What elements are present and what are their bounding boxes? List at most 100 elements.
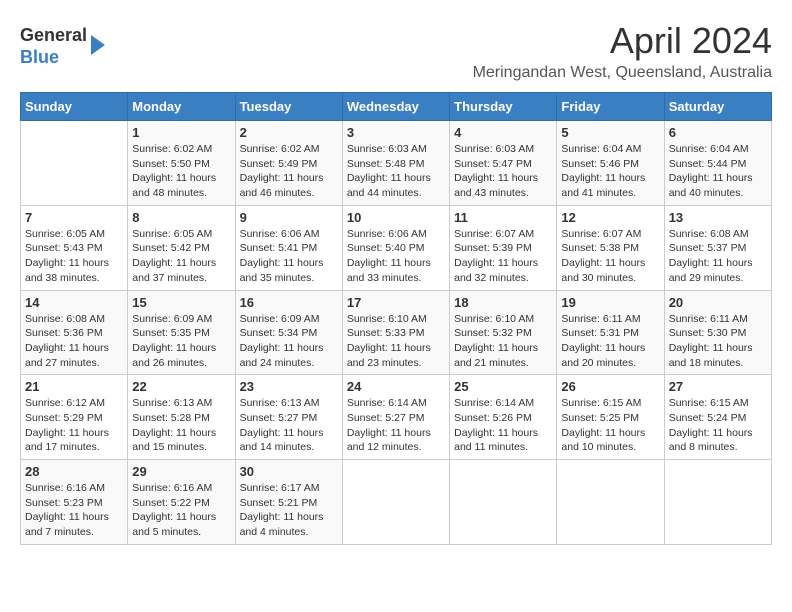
day-info: Sunrise: 6:07 AMSunset: 5:38 PMDaylight:… [561, 227, 659, 286]
calendar-cell: 21 Sunrise: 6:12 AMSunset: 5:29 PMDayligh… [21, 375, 128, 460]
day-number: 29 [132, 464, 230, 479]
day-info: Sunrise: 6:11 AMSunset: 5:31 PMDaylight:… [561, 312, 659, 371]
day-info: Sunrise: 6:02 AMSunset: 5:49 PMDaylight:… [240, 142, 338, 201]
day-info: Sunrise: 6:12 AMSunset: 5:29 PMDaylight:… [25, 396, 123, 455]
calendar-cell: 13 Sunrise: 6:08 AMSunset: 5:37 PMDayligh… [664, 205, 771, 290]
calendar-cell: 4 Sunrise: 6:03 AMSunset: 5:47 PMDaylight… [450, 121, 557, 206]
calendar-cell: 1 Sunrise: 6:02 AMSunset: 5:50 PMDaylight… [128, 121, 235, 206]
day-info: Sunrise: 6:03 AMSunset: 5:48 PMDaylight:… [347, 142, 445, 201]
day-info: Sunrise: 6:08 AMSunset: 5:36 PMDaylight:… [25, 312, 123, 371]
day-info: Sunrise: 6:05 AMSunset: 5:43 PMDaylight:… [25, 227, 123, 286]
logo: General Blue [20, 25, 105, 68]
day-number: 21 [25, 379, 123, 394]
calendar-cell: 5 Sunrise: 6:04 AMSunset: 5:46 PMDaylight… [557, 121, 664, 206]
logo-blue: Blue [20, 47, 59, 67]
day-number: 23 [240, 379, 338, 394]
day-info: Sunrise: 6:05 AMSunset: 5:42 PMDaylight:… [132, 227, 230, 286]
day-info: Sunrise: 6:04 AMSunset: 5:46 PMDaylight:… [561, 142, 659, 201]
calendar-cell: 3 Sunrise: 6:03 AMSunset: 5:48 PMDaylight… [342, 121, 449, 206]
logo-general: General [20, 25, 87, 45]
day-info: Sunrise: 6:06 AMSunset: 5:41 PMDaylight:… [240, 227, 338, 286]
day-info: Sunrise: 6:09 AMSunset: 5:34 PMDaylight:… [240, 312, 338, 371]
day-number: 12 [561, 210, 659, 225]
day-number: 10 [347, 210, 445, 225]
calendar-cell: 27 Sunrise: 6:15 AMSunset: 5:24 PMDayligh… [664, 375, 771, 460]
page-header: General Blue April 2024 Meringandan West… [20, 20, 772, 82]
day-info: Sunrise: 6:15 AMSunset: 5:24 PMDaylight:… [669, 396, 767, 455]
day-info: Sunrise: 6:04 AMSunset: 5:44 PMDaylight:… [669, 142, 767, 201]
weekday-header-row: SundayMondayTuesdayWednesdayThursdayFrid… [21, 93, 772, 121]
day-info: Sunrise: 6:11 AMSunset: 5:30 PMDaylight:… [669, 312, 767, 371]
calendar-cell: 20Sunrise: 6:11 AMSunset: 5:30 PMDayligh… [664, 290, 771, 375]
day-number: 1 [132, 125, 230, 140]
calendar-cell [664, 460, 771, 545]
calendar-cell: 8 Sunrise: 6:05 AMSunset: 5:42 PMDaylight… [128, 205, 235, 290]
calendar-cell: 12 Sunrise: 6:07 AMSunset: 5:38 PMDayligh… [557, 205, 664, 290]
title-block: April 2024 Meringandan West, Queensland,… [473, 20, 772, 82]
calendar-week-row: 7Sunrise: 6:05 AMSunset: 5:43 PMDaylight… [21, 205, 772, 290]
day-info: Sunrise: 6:03 AMSunset: 5:47 PMDaylight:… [454, 142, 552, 201]
day-number: 26 [561, 379, 659, 394]
day-number: 15 [132, 295, 230, 310]
day-number: 14 [25, 295, 123, 310]
day-number: 28 [25, 464, 123, 479]
day-info: Sunrise: 6:16 AMSunset: 5:22 PMDaylight:… [132, 481, 230, 540]
day-info: Sunrise: 6:14 AMSunset: 5:27 PMDaylight:… [347, 396, 445, 455]
day-number: 17 [347, 295, 445, 310]
calendar-cell: 19 Sunrise: 6:11 AMSunset: 5:31 PMDayligh… [557, 290, 664, 375]
calendar-cell: 11Sunrise: 6:07 AMSunset: 5:39 PMDayligh… [450, 205, 557, 290]
weekday-header-cell: Monday [128, 93, 235, 121]
day-number: 19 [561, 295, 659, 310]
day-number: 27 [669, 379, 767, 394]
day-info: Sunrise: 6:08 AMSunset: 5:37 PMDaylight:… [669, 227, 767, 286]
day-number: 22 [132, 379, 230, 394]
day-info: Sunrise: 6:15 AMSunset: 5:25 PMDaylight:… [561, 396, 659, 455]
location-title: Meringandan West, Queensland, Australia [473, 64, 772, 82]
day-info: Sunrise: 6:14 AMSunset: 5:26 PMDaylight:… [454, 396, 552, 455]
day-number: 8 [132, 210, 230, 225]
calendar-cell: 18 Sunrise: 6:10 AMSunset: 5:32 PMDayligh… [450, 290, 557, 375]
calendar-table: SundayMondayTuesdayWednesdayThursdayFrid… [20, 92, 772, 545]
calendar-cell: 22Sunrise: 6:13 AMSunset: 5:28 PMDayligh… [128, 375, 235, 460]
day-info: Sunrise: 6:17 AMSunset: 5:21 PMDaylight:… [240, 481, 338, 540]
day-number: 24 [347, 379, 445, 394]
day-number: 18 [454, 295, 552, 310]
calendar-cell: 2 Sunrise: 6:02 AMSunset: 5:49 PMDaylight… [235, 121, 342, 206]
calendar-cell: 9 Sunrise: 6:06 AMSunset: 5:41 PMDaylight… [235, 205, 342, 290]
calendar-cell: 30Sunrise: 6:17 AMSunset: 5:21 PMDayligh… [235, 460, 342, 545]
weekday-header-cell: Tuesday [235, 93, 342, 121]
calendar-cell: 6Sunrise: 6:04 AMSunset: 5:44 PMDaylight… [664, 121, 771, 206]
day-info: Sunrise: 6:16 AMSunset: 5:23 PMDaylight:… [25, 481, 123, 540]
calendar-cell: 24 Sunrise: 6:14 AMSunset: 5:27 PMDayligh… [342, 375, 449, 460]
calendar-cell [342, 460, 449, 545]
calendar-week-row: 1 Sunrise: 6:02 AMSunset: 5:50 PMDaylight… [21, 121, 772, 206]
day-number: 4 [454, 125, 552, 140]
weekday-header-cell: Saturday [664, 93, 771, 121]
calendar-cell: 26 Sunrise: 6:15 AMSunset: 5:25 PMDayligh… [557, 375, 664, 460]
calendar-cell: 15Sunrise: 6:09 AMSunset: 5:35 PMDayligh… [128, 290, 235, 375]
calendar-cell: 29 Sunrise: 6:16 AMSunset: 5:22 PMDayligh… [128, 460, 235, 545]
day-number: 3 [347, 125, 445, 140]
calendar-cell: 25 Sunrise: 6:14 AMSunset: 5:26 PMDayligh… [450, 375, 557, 460]
weekday-header-cell: Thursday [450, 93, 557, 121]
calendar-cell: 10Sunrise: 6:06 AMSunset: 5:40 PMDayligh… [342, 205, 449, 290]
calendar-cell: 7Sunrise: 6:05 AMSunset: 5:43 PMDaylight… [21, 205, 128, 290]
day-info: Sunrise: 6:07 AMSunset: 5:39 PMDaylight:… [454, 227, 552, 286]
day-number: 13 [669, 210, 767, 225]
day-info: Sunrise: 6:13 AMSunset: 5:27 PMDaylight:… [240, 396, 338, 455]
day-number: 25 [454, 379, 552, 394]
day-number: 16 [240, 295, 338, 310]
month-title: April 2024 [473, 20, 772, 62]
calendar-cell [450, 460, 557, 545]
day-number: 9 [240, 210, 338, 225]
calendar-cell: 14 Sunrise: 6:08 AMSunset: 5:36 PMDayligh… [21, 290, 128, 375]
calendar-body: 1 Sunrise: 6:02 AMSunset: 5:50 PMDaylight… [21, 121, 772, 545]
day-number: 2 [240, 125, 338, 140]
weekday-header-cell: Wednesday [342, 93, 449, 121]
weekday-header-cell: Friday [557, 93, 664, 121]
calendar-cell [557, 460, 664, 545]
day-info: Sunrise: 6:10 AMSunset: 5:32 PMDaylight:… [454, 312, 552, 371]
day-info: Sunrise: 6:02 AMSunset: 5:50 PMDaylight:… [132, 142, 230, 201]
day-number: 5 [561, 125, 659, 140]
calendar-cell: 16 Sunrise: 6:09 AMSunset: 5:34 PMDayligh… [235, 290, 342, 375]
